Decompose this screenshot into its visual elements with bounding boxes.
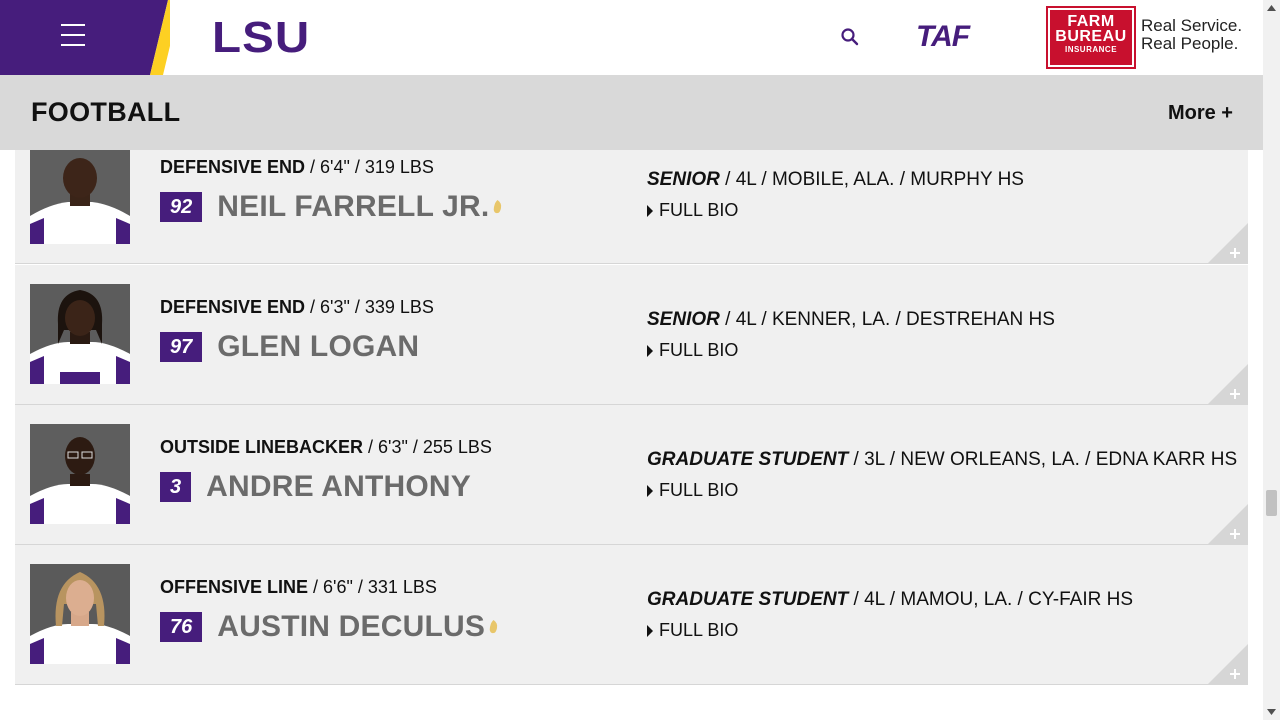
tagline-line1: Real Service.: [1141, 16, 1243, 35]
number-name: 3 ANDRE ANTHONY: [160, 470, 492, 504]
roster-row[interactable]: OUTSIDE LINEBACKER / 6'3" / 255 LBS 3 AN…: [15, 405, 1248, 545]
full-bio-link[interactable]: FULL BIO: [647, 480, 1237, 501]
player-name[interactable]: AUSTIN DECULUS: [217, 610, 485, 644]
player-photo: [30, 150, 130, 244]
jersey-number: 97: [160, 332, 203, 362]
player-hometown: / 4L / KENNER, LA. / DESTREHAN HS: [719, 309, 1055, 330]
full-bio-link[interactable]: FULL BIO: [647, 200, 1024, 221]
number-name: 97 GLEN LOGAN: [160, 330, 434, 364]
farm-bureau-tagline: Real Service. Real People.: [1141, 17, 1242, 53]
player-class: SENIOR: [647, 309, 720, 330]
more-button[interactable]: More +: [1168, 102, 1233, 125]
caret-right-icon: [647, 204, 653, 217]
expand-plus-icon[interactable]: [1208, 223, 1248, 263]
player-photo: [30, 284, 130, 384]
player-name[interactable]: ANDRE ANTHONY: [206, 470, 471, 504]
number-name: 92 NEIL FARRELL JR.: [160, 190, 502, 224]
player-size: / 6'3" / 255 LBS: [363, 437, 492, 457]
player-hometown: / 4L / MAMOU, LA. / CY-FAIR HS: [848, 589, 1133, 610]
scroll-down-arrow-icon[interactable]: [1263, 703, 1280, 720]
player-position: OUTSIDE LINEBACKER: [160, 437, 364, 457]
number-name: 76 AUSTIN DECULUS: [160, 610, 498, 644]
roster-row[interactable]: DEFENSIVE END / 6'4" / 319 LBS 92 NEIL F…: [15, 150, 1248, 264]
menu-block: [0, 0, 170, 75]
player-details: SENIOR / 4L / KENNER, LA. / DESTREHAN HS…: [647, 309, 1055, 361]
player-size: / 6'6" / 331 LBS: [308, 577, 437, 597]
expand-plus-icon[interactable]: [1208, 644, 1248, 684]
expand-plus-icon[interactable]: [1208, 504, 1248, 544]
farm-bureau-logo-line2: BUREAU: [1055, 28, 1127, 45]
section-bar: FOOTBALL More +: [0, 75, 1263, 150]
roster-row[interactable]: DEFENSIVE END / 6'3" / 339 LBS 97 GLEN L…: [15, 265, 1248, 405]
vertical-scrollbar[interactable]: [1263, 0, 1280, 720]
player-class: GRADUATE STUDENT: [647, 449, 849, 470]
header-accent-shape: [0, 0, 170, 75]
farm-bureau-logo-line1: FARM: [1067, 13, 1115, 30]
position-line: OUTSIDE LINEBACKER / 6'3" / 255 LBS: [160, 437, 492, 458]
hamburger-menu-icon[interactable]: [61, 24, 85, 48]
tagline-line2: Real People.: [1141, 34, 1239, 53]
class-line: SENIOR / 4L / KENNER, LA. / DESTREHAN HS: [647, 309, 1055, 331]
jersey-number: 76: [160, 612, 203, 642]
full-bio-label: FULL BIO: [659, 340, 739, 360]
full-bio-label: FULL BIO: [659, 480, 739, 500]
taf-sponsor-logo[interactable]: TAF: [916, 22, 970, 52]
player-info: DEFENSIVE END / 6'3" / 339 LBS 97 GLEN L…: [160, 297, 434, 364]
full-bio-link[interactable]: FULL BIO: [647, 340, 1055, 361]
class-line: GRADUATE STUDENT / 4L / MAMOU, LA. / CY-…: [647, 589, 1133, 611]
jersey-number: 3: [160, 472, 192, 502]
player-details: GRADUATE STUDENT / 4L / MAMOU, LA. / CY-…: [647, 589, 1133, 641]
player-details: GRADUATE STUDENT / 3L / NEW ORLEANS, LA.…: [647, 449, 1237, 501]
site-header: LSU TAF FARM BUREAU INSURANCE Real Servi…: [0, 0, 1263, 75]
player-size: / 6'3" / 339 LBS: [305, 297, 434, 317]
class-line: GRADUATE STUDENT / 3L / NEW ORLEANS, LA.…: [647, 449, 1237, 471]
farm-bureau-logo[interactable]: FARM BUREAU INSURANCE: [1046, 6, 1136, 69]
player-class: GRADUATE STUDENT: [647, 589, 849, 610]
player-hometown: / 4L / MOBILE, ALA. / MURPHY HS: [719, 169, 1024, 190]
scrollbar-thumb[interactable]: [1266, 490, 1277, 516]
full-bio-label: FULL BIO: [659, 620, 739, 640]
lsu-logo[interactable]: LSU: [212, 16, 310, 60]
player-size: / 6'4" / 319 LBS: [305, 157, 434, 177]
search-icon[interactable]: [840, 27, 860, 47]
full-bio-label: FULL BIO: [659, 200, 739, 220]
player-hometown: / 3L / NEW ORLEANS, LA. / EDNA KARR HS: [848, 449, 1238, 470]
player-info: OFFENSIVE LINE / 6'6" / 331 LBS 76 AUSTI…: [160, 577, 498, 644]
player-details: SENIOR / 4L / MOBILE, ALA. / MURPHY HS F…: [647, 169, 1024, 221]
full-bio-link[interactable]: FULL BIO: [647, 620, 1133, 641]
player-photo: [30, 564, 130, 664]
roster-row[interactable]: OFFENSIVE LINE / 6'6" / 331 LBS 76 AUSTI…: [15, 545, 1248, 685]
player-photo: [30, 424, 130, 524]
player-name[interactable]: GLEN LOGAN: [217, 330, 419, 364]
player-position: OFFENSIVE LINE: [160, 577, 309, 597]
player-position: DEFENSIVE END: [160, 157, 306, 177]
caret-right-icon: [647, 484, 653, 497]
position-line: OFFENSIVE LINE / 6'6" / 331 LBS: [160, 577, 498, 598]
farm-bureau-logo-line3: INSURANCE: [1064, 45, 1118, 54]
player-info: DEFENSIVE END / 6'4" / 319 LBS 92 NEIL F…: [160, 157, 502, 224]
captain-icon: [494, 200, 502, 214]
roster-list: DEFENSIVE END / 6'4" / 319 LBS 92 NEIL F…: [15, 150, 1248, 720]
player-name[interactable]: NEIL FARRELL JR.: [217, 190, 489, 224]
position-line: DEFENSIVE END / 6'4" / 319 LBS: [160, 157, 502, 178]
expand-plus-icon[interactable]: [1208, 364, 1248, 404]
position-line: DEFENSIVE END / 6'3" / 339 LBS: [160, 297, 434, 318]
player-class: SENIOR: [647, 169, 720, 190]
scroll-up-arrow-icon[interactable]: [1263, 0, 1280, 17]
class-line: SENIOR / 4L / MOBILE, ALA. / MURPHY HS: [647, 169, 1024, 191]
player-info: OUTSIDE LINEBACKER / 6'3" / 255 LBS 3 AN…: [160, 437, 492, 504]
caret-right-icon: [647, 624, 653, 637]
caret-right-icon: [647, 344, 653, 357]
jersey-number: 92: [160, 192, 203, 222]
player-position: DEFENSIVE END: [160, 297, 306, 317]
section-title: FOOTBALL: [31, 97, 181, 127]
captain-icon: [489, 620, 498, 634]
